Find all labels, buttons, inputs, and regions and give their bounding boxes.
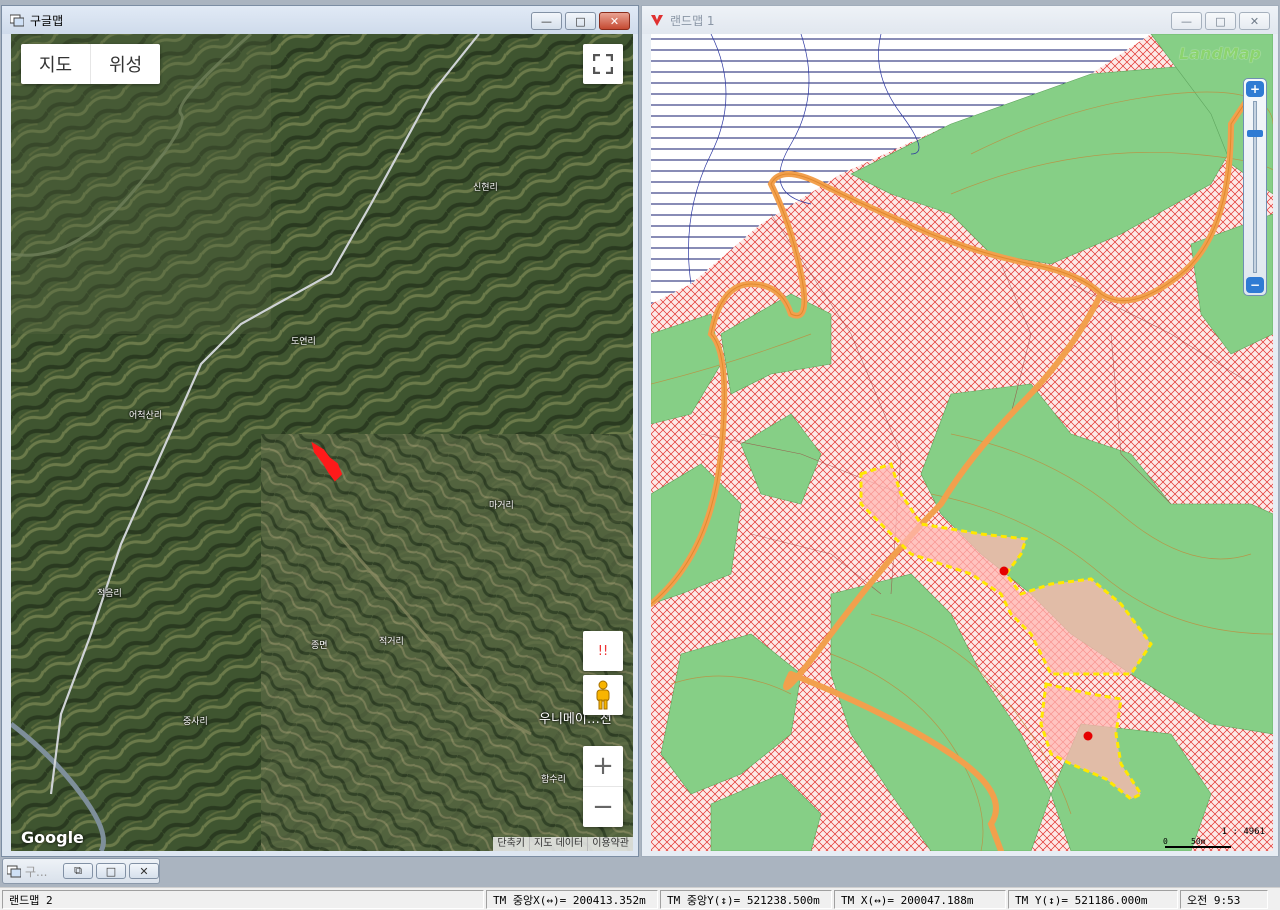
place-label: 중사리 [183,717,208,727]
status-tm-x: TM X(↔)= 200047.188m [834,889,1006,909]
google-map-window[interactable]: 구글맵 — □ ✕ 지도 위성 신현리 도연리 어척산리 마거리 적음리 종면 … [1,5,639,857]
fullscreen-button[interactable] [583,44,623,84]
status-tm-y: TM Y(↕)= 521186.000m [1008,889,1178,909]
place-label: 도연리 [291,337,316,347]
minimized-window[interactable]: 구... ⧉ □ ✕ [2,858,160,884]
footer-map-data-link[interactable]: 지도 데이터 [529,837,587,851]
scale-tick-label: 0 [1163,837,1168,846]
warning-icon: !! [597,643,609,659]
cadastral-map[interactable] [651,34,1273,851]
place-label: 적거리 [379,637,404,647]
window-app-icon [10,14,24,26]
street-view-warning-button[interactable]: !! [583,631,623,671]
google-window-title: 구글맵 [30,13,64,28]
fullscreen-icon [593,54,613,74]
status-bar: 랜드맵 2 TM 중앙X(↔)= 200413.352m TM 중앙Y(↕)= … [0,887,1280,910]
pegman-button[interactable] [583,675,623,715]
landmap-window-titlebar[interactable]: 랜드맵 1 — □ ✕ [642,6,1278,34]
maximize-button[interactable]: □ [1205,12,1236,30]
maximize-button[interactable]: □ [96,863,126,879]
place-label: 어척산리 [129,411,163,421]
minimize-button[interactable]: — [1171,12,1202,30]
map-type-satellite-button[interactable]: 위성 [90,44,160,84]
parcel-point [1083,731,1093,741]
landmap-app-icon [651,14,663,26]
scale-bar: 0 50m [1163,837,1231,848]
zoom-handle[interactable] [1247,130,1263,138]
zoom-control[interactable]: + − [583,746,623,827]
pegman-icon [596,680,610,710]
zoom-track[interactable] [1253,101,1257,273]
close-button[interactable]: ✕ [1239,12,1270,30]
close-button[interactable]: ✕ [129,863,159,879]
footer-terms-link[interactable]: 이용약관 [587,837,633,851]
place-label: 신현리 [473,183,498,193]
zoom-out-button[interactable]: − [583,787,623,827]
scale-tick-label: 50m [1191,837,1206,846]
map-type-toggle[interactable]: 지도 위성 [21,44,161,84]
landmap-view[interactable]: LandMap + − 1 : 4961 0 50m [651,34,1273,851]
map-type-map-button[interactable]: 지도 [21,44,90,84]
status-document: 랜드맵 2 [2,889,484,909]
place-label: 종면 [311,641,328,651]
landmap-logo: LandMap [1178,44,1261,63]
zoom-in-button[interactable]: + [1246,81,1264,97]
mdi-desktop: 구글맵 — □ ✕ 지도 위성 신현리 도연리 어척산리 마거리 적음리 종면 … [0,0,1280,910]
place-label: 함수리 [541,775,566,785]
landmap-window[interactable]: 랜드맵 1 — □ ✕ LandMap + − 1: 4961 0 50m [641,5,1279,857]
parcel-point [999,566,1009,576]
status-clock: 오전 9:53 [1180,889,1268,909]
zoom-slider[interactable]: + − [1243,78,1267,296]
zoom-out-button[interactable]: − [1246,277,1264,293]
map-footer: 단축키 지도 데이터 이용약관 [493,837,633,851]
google-window-titlebar[interactable]: 구글맵 — □ ✕ [2,6,638,34]
place-label: 적음리 [97,589,122,599]
google-logo: Google [21,828,84,847]
status-tm-center-x: TM 중앙X(↔)= 200413.352m [486,889,658,909]
landmap-window-title: 랜드맵 1 [670,13,715,28]
restore-button[interactable]: ⧉ [63,863,93,879]
place-label: 마거리 [489,501,514,511]
window-app-icon [7,865,21,877]
maximize-button[interactable]: □ [565,12,596,30]
footer-shortcuts-link[interactable]: 단축키 [493,837,529,851]
google-map-view[interactable]: 지도 위성 신현리 도연리 어척산리 마거리 적음리 종면 적거리 중사리 함수… [11,34,633,851]
close-button[interactable]: ✕ [599,12,630,30]
zoom-in-button[interactable]: + [583,747,623,787]
status-tm-center-y: TM 중앙Y(↕)= 521238.500m [660,889,832,909]
minimize-button[interactable]: — [531,12,562,30]
minimized-window-title: 구... [25,864,48,879]
satellite-imagery[interactable] [11,34,633,851]
